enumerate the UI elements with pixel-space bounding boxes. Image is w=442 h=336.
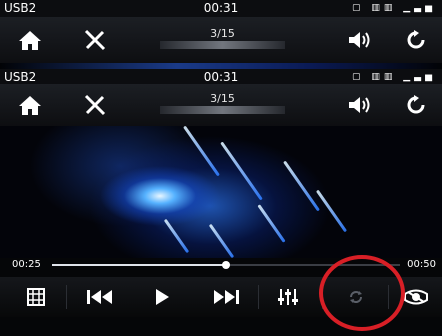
track-title-bar bbox=[160, 41, 285, 49]
visualizer-streak bbox=[257, 204, 286, 243]
back-icon[interactable] bbox=[398, 87, 434, 123]
visualizer-streak bbox=[315, 189, 348, 233]
track-counter: 3/15 bbox=[210, 27, 235, 40]
tools-icon[interactable] bbox=[77, 87, 113, 123]
toolbar-top: 3/15 bbox=[0, 17, 442, 63]
play-icon[interactable] bbox=[142, 280, 182, 314]
divider bbox=[66, 285, 67, 309]
status-icons: ▢ ▥▥ ▁▃▅ bbox=[352, 3, 436, 13]
home-icon[interactable] bbox=[12, 22, 48, 58]
divider bbox=[258, 285, 259, 309]
highlight-circle bbox=[319, 255, 405, 331]
track-title-bar-main bbox=[160, 106, 285, 114]
volume-icon[interactable] bbox=[342, 22, 378, 58]
home-icon[interactable] bbox=[12, 87, 48, 123]
toolbar: 3/15 bbox=[0, 84, 442, 126]
progress-fill bbox=[52, 264, 226, 266]
progress-knob[interactable] bbox=[222, 261, 230, 269]
equalizer-icon[interactable] bbox=[268, 280, 308, 314]
elapsed-time: 00:25 bbox=[12, 259, 41, 270]
next-icon[interactable] bbox=[206, 280, 246, 314]
track-display-main: 3/15 bbox=[145, 85, 300, 125]
status-bar-top: USB2 00:31 ▢ ▥▥ ▁▃▅ bbox=[0, 0, 442, 17]
visualizer-streak bbox=[183, 126, 220, 177]
visualizer-streak bbox=[283, 160, 320, 212]
grid-icon[interactable] bbox=[16, 280, 56, 314]
tools-icon[interactable] bbox=[77, 22, 113, 58]
volume-icon[interactable] bbox=[342, 87, 378, 123]
visualizer-streak bbox=[208, 223, 235, 258]
previous-icon[interactable] bbox=[80, 280, 120, 314]
visualizer-streak bbox=[220, 141, 263, 201]
visualizer-streak bbox=[163, 218, 190, 254]
track-counter-main: 3/15 bbox=[210, 92, 235, 105]
total-time: 00:50 bbox=[407, 259, 436, 270]
music-visualizer bbox=[0, 126, 442, 258]
back-icon[interactable] bbox=[398, 22, 434, 58]
track-display: 3/15 bbox=[145, 20, 300, 60]
